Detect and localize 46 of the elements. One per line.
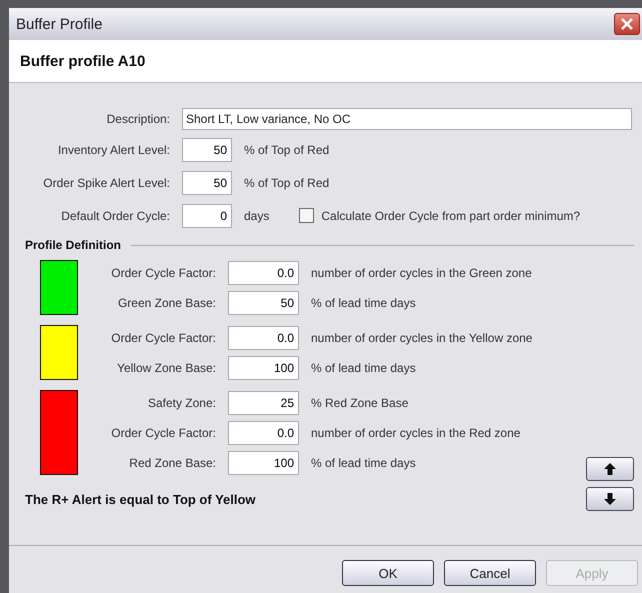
field-label: Red Zone Base:: [128, 456, 216, 470]
number-field[interactable]: 50: [182, 138, 232, 162]
number-field[interactable]: 100: [228, 451, 299, 475]
profile-heading: Buffer profile A10: [20, 52, 146, 70]
move-up-button[interactable]: [586, 457, 634, 481]
move-down-button[interactable]: [586, 487, 634, 511]
alert-note: The R+ Alert is equal to Top of Yellow: [25, 492, 256, 507]
unit-label: % Red Zone Base: [311, 396, 408, 410]
field-label: Order Spike Alert Level:: [42, 176, 170, 190]
order-cycle-checkbox[interactable]: Calculate Order Cycle from part order minimum?: [299, 208, 580, 223]
field-label: Yellow Zone Base:: [116, 361, 216, 375]
checkbox[interactable]: [299, 208, 314, 223]
unit-label: % of Top of Red: [244, 176, 330, 190]
field-label: Green Zone Base:: [116, 296, 216, 310]
number-field[interactable]: 25: [228, 391, 299, 415]
description-field[interactable]: Short LT, Low variance, No OC: [182, 108, 632, 130]
field-label: Safety Zone:: [146, 396, 216, 410]
field-label: Inventory Alert Level:: [56, 142, 170, 156]
unit-label: % of lead time days: [311, 361, 416, 375]
field-label: Order Cycle Factor:: [110, 426, 216, 440]
close-button[interactable]: [614, 13, 640, 35]
window-title: Buffer Profile: [16, 16, 102, 32]
unit-label: number of order cycles in the Yellow zone: [311, 331, 532, 345]
number-field[interactable]: 100: [228, 356, 299, 380]
arrow-down-icon: [604, 493, 616, 505]
arrow-up-icon: [604, 463, 616, 475]
field-label: Default Order Cycle:: [60, 208, 170, 222]
unit-label: % of lead time days: [311, 456, 416, 470]
number-field[interactable]: 0: [182, 204, 232, 228]
section-title: Profile Definition: [25, 238, 121, 252]
dialog-button[interactable]: OK: [342, 560, 434, 586]
number-field[interactable]: 0.0: [228, 421, 299, 445]
number-field[interactable]: 0.0: [228, 326, 299, 350]
number-field[interactable]: 0.0: [228, 261, 299, 285]
number-field[interactable]: 50: [228, 291, 299, 315]
field-label: Order Cycle Factor:: [110, 331, 216, 345]
unit-label: % of Top of Red: [244, 142, 330, 156]
unit-label: days: [244, 208, 270, 222]
dialog-button[interactable]: Cancel: [444, 560, 536, 586]
field-label: Description:: [106, 112, 170, 126]
unit-label: number of order cycles in the Green zone: [311, 266, 532, 280]
close-icon: [620, 17, 634, 31]
field-label: Order Cycle Factor:: [110, 266, 216, 280]
number-field[interactable]: 50: [182, 170, 232, 194]
unit-label: number of order cycles in the Red zone: [311, 426, 520, 440]
unit-label: % of lead time days: [311, 296, 416, 310]
